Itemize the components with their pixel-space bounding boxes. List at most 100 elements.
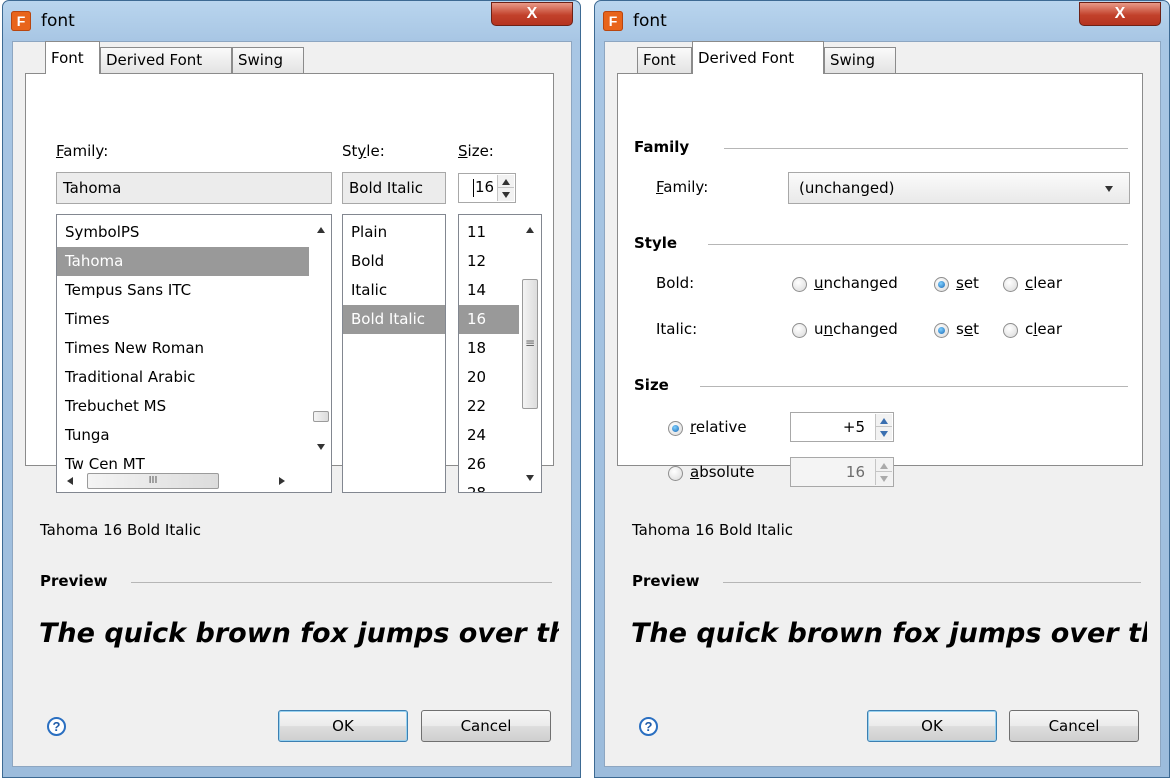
spin-buttons bbox=[875, 459, 892, 485]
italic-clear-label[interactable]: clear bbox=[1025, 320, 1062, 338]
style-list-item[interactable]: Plain bbox=[343, 218, 445, 247]
italic-clear-radio[interactable] bbox=[1003, 323, 1018, 338]
tab-label: Swing bbox=[830, 51, 875, 69]
size-label: Size: bbox=[458, 142, 494, 160]
size-list-item[interactable]: 11 bbox=[459, 218, 519, 247]
family-list-item[interactable]: Tunga bbox=[57, 421, 309, 450]
family-label: Family: bbox=[656, 178, 709, 196]
size-list-item[interactable]: 20 bbox=[459, 363, 519, 392]
spin-up-button[interactable] bbox=[498, 175, 514, 188]
preview-rule bbox=[723, 582, 1141, 583]
spin-down-button[interactable] bbox=[498, 188, 514, 201]
tab-swing[interactable]: Swing bbox=[232, 47, 304, 73]
preview-rule bbox=[131, 582, 552, 583]
italic-label: Italic: bbox=[656, 320, 698, 338]
font-summary: Tahoma 16 Bold Italic bbox=[40, 521, 201, 539]
family-hscroll[interactable]: III bbox=[57, 470, 331, 492]
size-list-item[interactable]: 24 bbox=[459, 421, 519, 450]
size-list-item[interactable]: 18 bbox=[459, 334, 519, 363]
bold-unchanged-radio[interactable] bbox=[792, 277, 807, 292]
cancel-button[interactable]: Cancel bbox=[1009, 710, 1139, 742]
ok-button[interactable]: OK bbox=[867, 710, 997, 742]
family-combo[interactable]: (unchanged) bbox=[788, 172, 1130, 204]
size-list-item[interactable]: 26 bbox=[459, 450, 519, 479]
tab-swing[interactable]: Swing bbox=[824, 47, 896, 73]
bold-set-radio[interactable] bbox=[934, 277, 949, 292]
bold-unchanged-label[interactable]: unchanged bbox=[814, 274, 898, 292]
tab-font[interactable]: Font bbox=[45, 41, 100, 74]
preview-text: The quick brown fox jumps over th bbox=[39, 618, 559, 649]
italic-unchanged-label[interactable]: unchanged bbox=[814, 320, 898, 338]
spin-up-button[interactable] bbox=[876, 414, 892, 427]
style-list-item[interactable]: Italic bbox=[343, 276, 445, 305]
size-list-item[interactable]: 12 bbox=[459, 247, 519, 276]
title-bar[interactable]: F font X bbox=[3, 1, 580, 41]
style-section-heading: Style bbox=[634, 234, 678, 252]
style-list-item[interactable]: Bold Italic bbox=[343, 305, 445, 334]
relative-label[interactable]: relative bbox=[690, 418, 747, 436]
family-list-item[interactable]: Times bbox=[57, 305, 309, 334]
tab-label: Font bbox=[51, 49, 84, 67]
window-title: font bbox=[41, 11, 75, 31]
absolute-label[interactable]: absolute bbox=[690, 463, 755, 481]
family-list[interactable]: SymbolPS Tahoma Tempus Sans ITC Times Times … bbox=[56, 214, 332, 493]
italic-set-radio[interactable] bbox=[934, 323, 949, 338]
tab-derived-font[interactable]: Derived Font bbox=[692, 41, 824, 74]
help-icon[interactable]: ? bbox=[47, 717, 66, 736]
family-list-item[interactable]: Traditional Arabic bbox=[57, 363, 309, 392]
style-list[interactable]: Plain Bold Italic Bold Italic bbox=[342, 214, 446, 493]
family-list-item[interactable]: Tahoma bbox=[57, 247, 309, 276]
style-field: Bold Italic bbox=[342, 172, 446, 204]
family-vscroll[interactable] bbox=[311, 215, 331, 470]
cancel-button[interactable]: Cancel bbox=[421, 710, 551, 742]
size-vscroll[interactable]: ≡ bbox=[519, 215, 541, 492]
absolute-radio[interactable] bbox=[668, 466, 683, 481]
absolute-spinner: 16 bbox=[790, 457, 894, 487]
scroll-thumb[interactable]: ≡ bbox=[522, 279, 538, 409]
family-section-heading: Family bbox=[634, 138, 690, 156]
style-list-item[interactable]: Bold bbox=[343, 247, 445, 276]
family-list-item[interactable]: Tempus Sans ITC bbox=[57, 276, 309, 305]
tab-derived-font[interactable]: Derived Font bbox=[100, 47, 232, 73]
size-list-item[interactable]: 22 bbox=[459, 392, 519, 421]
close-button[interactable]: X bbox=[1079, 2, 1161, 26]
relative-spinner[interactable]: +5 bbox=[790, 412, 894, 442]
relative-value: +5 bbox=[842, 418, 865, 436]
bold-set-label[interactable]: set bbox=[956, 274, 979, 292]
bold-clear-radio[interactable] bbox=[1003, 277, 1018, 292]
window-title: font bbox=[633, 11, 667, 31]
size-list-item[interactable]: 28 bbox=[459, 479, 519, 492]
size-list-item[interactable]: 16 bbox=[459, 305, 519, 334]
size-spinner[interactable]: 16 bbox=[458, 173, 516, 203]
scroll-down-icon bbox=[526, 475, 534, 481]
bold-label: Bold: bbox=[656, 274, 695, 292]
close-button[interactable]: X bbox=[491, 2, 573, 26]
italic-unchanged-radio[interactable] bbox=[792, 323, 807, 338]
family-list-item[interactable]: SymbolPS bbox=[57, 218, 309, 247]
title-bar[interactable]: F font X bbox=[595, 1, 1169, 41]
size-list[interactable]: 11 12 14 16 18 20 22 24 26 28 ≡ bbox=[458, 214, 542, 493]
hscroll-thumb[interactable]: III bbox=[87, 473, 219, 489]
derived-font-tab-panel: Family Family: (unchanged) Style Bold: u… bbox=[617, 73, 1143, 487]
help-icon[interactable]: ? bbox=[639, 717, 658, 736]
size-spin-buttons[interactable] bbox=[497, 175, 514, 201]
preview-heading: Preview bbox=[40, 572, 108, 590]
scroll-thumb[interactable] bbox=[313, 411, 329, 422]
preview-heading: Preview bbox=[632, 572, 700, 590]
scroll-up-icon bbox=[317, 227, 325, 233]
family-list-item[interactable]: Trebuchet MS bbox=[57, 392, 309, 421]
spin-up-button bbox=[876, 459, 892, 472]
relative-radio[interactable] bbox=[668, 421, 683, 436]
font-dialog-right: F font X Font Derived Font Swing Family … bbox=[594, 0, 1170, 778]
spin-down-button[interactable] bbox=[876, 427, 892, 440]
size-list-item[interactable]: 14 bbox=[459, 276, 519, 305]
tab-label: Derived Font bbox=[698, 49, 795, 67]
family-list-item[interactable]: Times New Roman bbox=[57, 334, 309, 363]
italic-set-label[interactable]: set bbox=[956, 320, 979, 338]
spin-buttons[interactable] bbox=[875, 414, 892, 440]
tab-font[interactable]: Font bbox=[637, 47, 692, 73]
ok-button[interactable]: OK bbox=[278, 710, 408, 742]
bold-clear-label[interactable]: clear bbox=[1025, 274, 1062, 292]
family-combo-value: (unchanged) bbox=[799, 179, 895, 197]
spin-down-button bbox=[876, 472, 892, 485]
